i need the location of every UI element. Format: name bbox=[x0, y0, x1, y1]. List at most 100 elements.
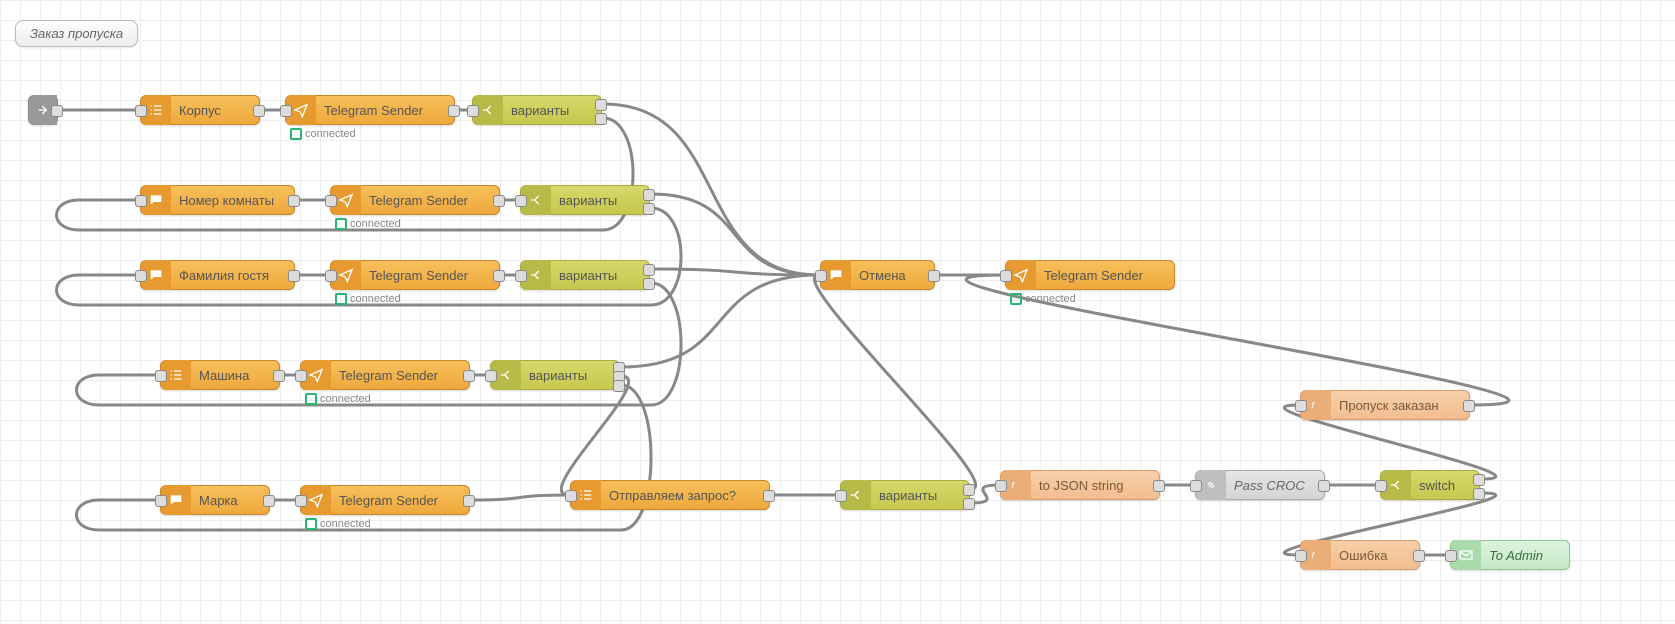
output-port[interactable] bbox=[1318, 480, 1330, 492]
subflow-tab[interactable]: Заказ пропуска bbox=[15, 20, 138, 47]
node-label: Telegram Sender bbox=[331, 493, 469, 508]
output-port[interactable] bbox=[643, 189, 655, 201]
input-port[interactable] bbox=[135, 270, 147, 282]
input-port[interactable] bbox=[815, 270, 827, 282]
output-port[interactable] bbox=[613, 380, 625, 392]
input-port[interactable] bbox=[1295, 550, 1307, 562]
node-label: варианты bbox=[871, 488, 969, 503]
output-port[interactable] bbox=[448, 105, 460, 117]
output-port[interactable] bbox=[595, 99, 607, 111]
input-port[interactable] bbox=[565, 490, 577, 502]
input-port[interactable] bbox=[1000, 270, 1012, 282]
input-port[interactable] bbox=[515, 195, 527, 207]
node-zakazan[interactable]: fПропуск заказан bbox=[1300, 390, 1470, 420]
input-port[interactable] bbox=[155, 495, 167, 507]
status-connected: connected bbox=[305, 393, 371, 405]
node-var2[interactable]: варианты bbox=[520, 185, 650, 215]
node-var4[interactable]: варианты bbox=[490, 360, 620, 390]
node-korpus[interactable]: Корпус bbox=[140, 95, 260, 125]
node-label: Корпус bbox=[171, 103, 259, 118]
input-port[interactable] bbox=[1375, 480, 1387, 492]
input-port[interactable] bbox=[835, 490, 847, 502]
node-oshibka[interactable]: fОшибка bbox=[1300, 540, 1420, 570]
node-label: Telegram Sender bbox=[361, 193, 499, 208]
node-label: Pass CROC bbox=[1226, 478, 1324, 493]
input-port[interactable] bbox=[995, 480, 1007, 492]
node-switch[interactable]: switch bbox=[1380, 470, 1480, 500]
node-otmena[interactable]: Отмена bbox=[820, 260, 935, 290]
output-port[interactable] bbox=[595, 113, 607, 125]
node-familia[interactable]: Фамилия гостя bbox=[140, 260, 295, 290]
node-label: варианты bbox=[503, 103, 601, 118]
node-label: варианты bbox=[521, 368, 619, 383]
output-port[interactable] bbox=[1463, 400, 1475, 412]
input-port[interactable] bbox=[295, 370, 307, 382]
node-label: to JSON string bbox=[1031, 478, 1159, 493]
status-connected: connected bbox=[305, 518, 371, 530]
output-port[interactable] bbox=[643, 203, 655, 215]
output-port[interactable] bbox=[643, 278, 655, 290]
output-port[interactable] bbox=[273, 370, 285, 382]
output-port[interactable] bbox=[928, 270, 940, 282]
status-connected: connected bbox=[290, 128, 356, 140]
node-label: Марка bbox=[191, 493, 269, 508]
input-port[interactable] bbox=[325, 195, 337, 207]
node-passcroc[interactable]: Pass CROC bbox=[1195, 470, 1325, 500]
input-port[interactable] bbox=[135, 195, 147, 207]
node-ts2[interactable]: Telegram Sender bbox=[330, 185, 500, 215]
node-toadmin[interactable]: To Admin bbox=[1450, 540, 1570, 570]
node-mashina[interactable]: Машина bbox=[160, 360, 280, 390]
output-port[interactable] bbox=[51, 105, 63, 117]
input-port[interactable] bbox=[515, 270, 527, 282]
output-port[interactable] bbox=[643, 264, 655, 276]
output-port[interactable] bbox=[493, 195, 505, 207]
node-ts1[interactable]: Telegram Sender bbox=[285, 95, 455, 125]
input-port[interactable] bbox=[325, 270, 337, 282]
node-otprav[interactable]: Отправляем запрос? bbox=[570, 480, 770, 510]
input-port[interactable] bbox=[467, 105, 479, 117]
node-ts3[interactable]: Telegram Sender bbox=[330, 260, 500, 290]
node-var1[interactable]: варианты bbox=[472, 95, 602, 125]
output-port[interactable] bbox=[963, 498, 975, 510]
node-ts5[interactable]: Telegram Sender bbox=[300, 485, 470, 515]
input-port[interactable] bbox=[155, 370, 167, 382]
inject-node[interactable] bbox=[28, 95, 58, 125]
status-connected: connected bbox=[335, 218, 401, 230]
svg-text:f: f bbox=[1011, 480, 1015, 490]
input-port[interactable] bbox=[1295, 400, 1307, 412]
output-port[interactable] bbox=[263, 495, 275, 507]
node-label: Telegram Sender bbox=[316, 103, 454, 118]
input-port[interactable] bbox=[280, 105, 292, 117]
input-port[interactable] bbox=[1190, 480, 1202, 492]
node-label: Пропуск заказан bbox=[1331, 398, 1469, 413]
output-port[interactable] bbox=[493, 270, 505, 282]
output-port[interactable] bbox=[1153, 480, 1165, 492]
output-port[interactable] bbox=[963, 484, 975, 496]
node-label: варианты bbox=[551, 193, 649, 208]
node-ts6[interactable]: Telegram Sender bbox=[1005, 260, 1175, 290]
output-port[interactable] bbox=[1473, 474, 1485, 486]
output-port[interactable] bbox=[1413, 550, 1425, 562]
output-port[interactable] bbox=[763, 490, 775, 502]
node-label: варианты bbox=[551, 268, 649, 283]
input-port[interactable] bbox=[295, 495, 307, 507]
output-port[interactable] bbox=[463, 370, 475, 382]
input-port[interactable] bbox=[1445, 550, 1457, 562]
node-var5[interactable]: варианты bbox=[840, 480, 970, 510]
input-port[interactable] bbox=[485, 370, 497, 382]
output-port[interactable] bbox=[1473, 488, 1485, 500]
node-ts4[interactable]: Telegram Sender bbox=[300, 360, 470, 390]
node-marka[interactable]: Марка bbox=[160, 485, 270, 515]
output-port[interactable] bbox=[288, 270, 300, 282]
node-label: Фамилия гостя bbox=[171, 268, 294, 283]
node-nomer[interactable]: Номер комнаты bbox=[140, 185, 295, 215]
input-port[interactable] bbox=[135, 105, 147, 117]
svg-text:f: f bbox=[1311, 550, 1315, 560]
node-var3[interactable]: варианты bbox=[520, 260, 650, 290]
node-label: To Admin bbox=[1481, 548, 1569, 563]
output-port[interactable] bbox=[288, 195, 300, 207]
node-label: switch bbox=[1411, 478, 1479, 493]
node-tojson[interactable]: f to JSON string bbox=[1000, 470, 1160, 500]
output-port[interactable] bbox=[463, 495, 475, 507]
output-port[interactable] bbox=[253, 105, 265, 117]
